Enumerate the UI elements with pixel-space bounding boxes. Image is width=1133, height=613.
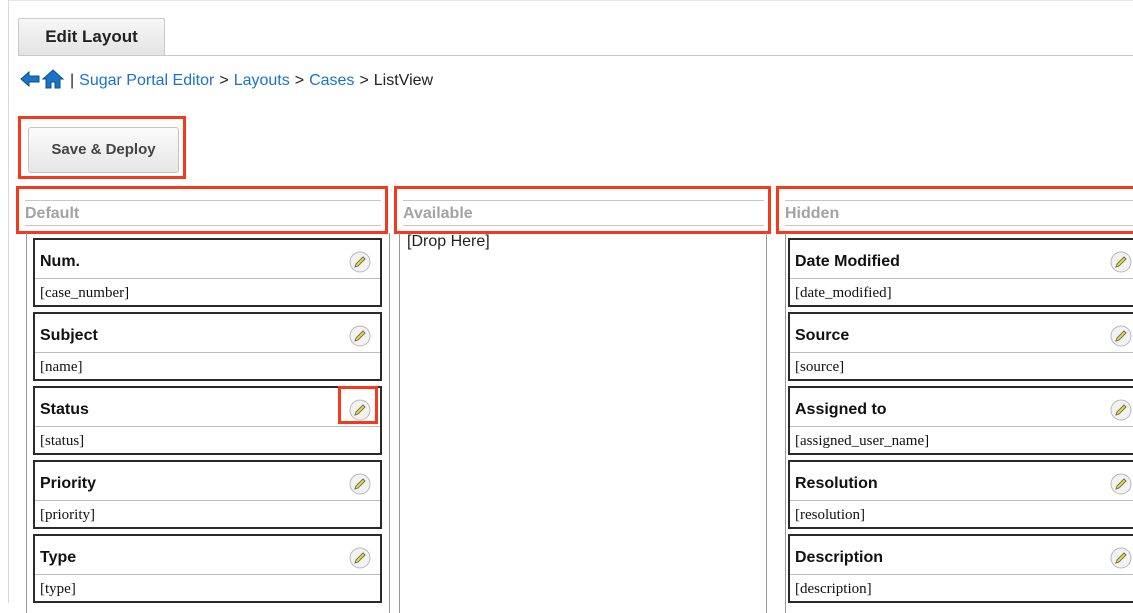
field-name: Description <box>795 549 884 566</box>
column-available-dropzone[interactable] <box>399 233 767 613</box>
field-card-subject[interactable]: Subject [name] <box>33 312 382 381</box>
field-divider <box>790 278 1133 279</box>
field-card-resolution[interactable]: Resolution [resolution] <box>788 460 1133 529</box>
top-rule <box>8 0 1133 1</box>
pencil-icon[interactable] <box>349 325 371 347</box>
field-card-description[interactable]: Description [description] <box>788 534 1133 603</box>
field-name: Priority <box>40 475 97 492</box>
field-id: [priority] <box>40 507 95 523</box>
tab-edit-layout[interactable]: Edit Layout <box>18 18 165 56</box>
edit-icon-highlight <box>338 386 378 424</box>
drop-here-label: [Drop Here] <box>407 233 490 250</box>
field-name: Date Modified <box>795 253 900 270</box>
home-icon[interactable] <box>41 68 65 94</box>
field-name: Status <box>40 401 89 418</box>
column-header-available: Available <box>394 186 771 234</box>
breadcrumb-separator: > <box>294 72 305 89</box>
breadcrumb-link-cases[interactable]: Cases <box>309 72 354 90</box>
field-divider <box>35 352 380 353</box>
column-title-available: Available <box>403 205 473 222</box>
breadcrumb: | Sugar Portal Editor > Layouts > Cases … <box>20 66 433 96</box>
field-card-source[interactable]: Source [source] <box>788 312 1133 381</box>
save-deploy-button[interactable]: Save & Deploy <box>28 127 179 173</box>
field-card-type[interactable]: Type [type] <box>33 534 382 603</box>
field-id: [description] <box>795 581 872 597</box>
pencil-icon[interactable] <box>1110 251 1132 273</box>
column-header-default: Default <box>16 186 388 234</box>
pencil-icon[interactable] <box>349 547 371 569</box>
field-divider <box>790 352 1133 353</box>
breadcrumb-link-layouts[interactable]: Layouts <box>234 72 290 90</box>
column-title-default: Default <box>25 205 80 222</box>
field-divider <box>790 426 1133 427</box>
breadcrumb-separator: > <box>219 72 229 89</box>
field-id: [type] <box>40 581 76 597</box>
pencil-icon[interactable] <box>349 473 371 495</box>
field-divider <box>35 574 380 575</box>
pencil-icon[interactable] <box>1110 325 1132 347</box>
field-id: [source] <box>795 359 845 375</box>
pencil-icon[interactable] <box>1110 547 1132 569</box>
field-card-num[interactable]: Num. [case_number] <box>33 238 382 307</box>
field-id: [name] <box>40 359 83 375</box>
pencil-icon[interactable] <box>1110 399 1132 421</box>
field-card-status[interactable]: Status [status] <box>33 386 382 455</box>
field-divider <box>35 500 380 501</box>
breadcrumb-current: ListView <box>373 72 434 89</box>
field-name: Type <box>40 549 77 566</box>
field-id: [status] <box>40 433 85 449</box>
left-rule <box>8 0 9 603</box>
field-id: [assigned_user_name] <box>795 433 930 449</box>
arrow-left-icon[interactable] <box>20 70 40 93</box>
pencil-icon[interactable] <box>1110 473 1132 495</box>
pencil-icon[interactable] <box>349 251 371 273</box>
tab-underline <box>18 55 1133 56</box>
field-name: Num. <box>40 253 80 270</box>
field-id: [resolution] <box>795 507 865 523</box>
breadcrumb-link-sugar-portal-editor[interactable]: Sugar Portal Editor <box>79 72 214 90</box>
column-title-hidden: Hidden <box>785 205 840 222</box>
field-divider <box>35 278 380 279</box>
field-name: Resolution <box>795 475 878 492</box>
field-name: Assigned to <box>795 401 887 418</box>
field-name: Source <box>795 327 850 344</box>
breadcrumb-divider: | <box>70 72 75 89</box>
field-id: [date_modified] <box>795 285 892 301</box>
field-id: [case_number] <box>40 285 130 301</box>
field-card-priority[interactable]: Priority [priority] <box>33 460 382 529</box>
breadcrumb-separator: > <box>359 72 369 89</box>
field-name: Subject <box>40 327 98 344</box>
field-card-assigned-to[interactable]: Assigned to [assigned_user_name] <box>788 386 1133 455</box>
field-card-date-modified[interactable]: Date Modified [date_modified] <box>788 238 1133 307</box>
column-header-hidden: Hidden <box>776 186 1133 234</box>
field-divider <box>35 426 380 427</box>
field-divider <box>790 500 1133 501</box>
field-divider <box>790 574 1133 575</box>
